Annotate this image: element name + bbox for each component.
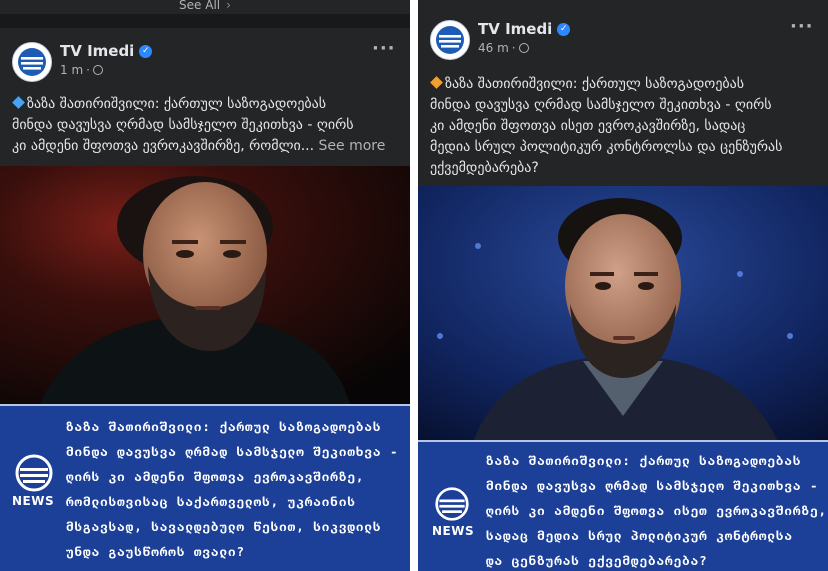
caption-line: კი ამდენი შფოთვა ისეთ ევროკავშირზე, სადა… — [430, 118, 746, 134]
post-meta: 1 m · — [60, 63, 103, 77]
more-options-icon[interactable]: ··· — [790, 18, 814, 36]
headline-line: ზაზა შათირიშვილი: ქართულ საზოგადოებას — [66, 419, 382, 434]
post-photo[interactable] — [0, 166, 410, 404]
meta-dot: · — [511, 41, 516, 55]
imedi-logo-icon — [436, 26, 464, 54]
caption-line: ზაზა შათირიშვილი: ქართულ საზოგადოებას — [27, 96, 327, 112]
portrait-image — [418, 186, 828, 442]
globe-icon — [518, 43, 529, 53]
page-name-link[interactable]: TV Imedi ✓ — [478, 20, 571, 38]
chevron-right-icon: › — [226, 0, 231, 12]
post-time-link[interactable]: 46 m — [478, 41, 509, 55]
meta-dot: · — [86, 63, 90, 77]
page-name-link[interactable]: TV Imedi ✓ — [60, 42, 153, 60]
caption-line: მინდა დავუსვა ღრმად სამსჯელო შეკითხვა - … — [430, 97, 772, 113]
verified-badge-icon: ✓ — [557, 22, 571, 36]
post-caption: ზაზა შათირიშვილი: ქართულ საზოგადოებას მი… — [430, 74, 825, 179]
page-avatar[interactable] — [430, 20, 470, 60]
caption-line: ზაზა შათირიშვილი: ქართულ საზოგადოებას — [445, 76, 745, 92]
imedi-logo-icon — [15, 454, 53, 492]
page-name: TV Imedi — [478, 20, 553, 38]
right-post-card: TV Imedi ✓ 46 m · ··· ზაზა შათირიშვილი: … — [418, 0, 828, 571]
headline-line: მინდა დავუსვა ღრმად სამსჯელო შეკითხვა - — [486, 478, 819, 493]
news-label: NEWS — [432, 524, 475, 538]
headline-line: სადაც მედია სრულ პოლიტიკურ კონტროლსა — [486, 528, 793, 543]
news-headline: ზაზა შათირიშვილი: ქართულ საზოგადოებას მი… — [66, 414, 406, 564]
caption-line: მინდა დავუსვა ღრმად სამსჯელო შეკითხვა - … — [12, 117, 354, 133]
headline-line: ღირს კი ამდენი შფოთვა ისეთ ევროკავშირზე, — [486, 503, 828, 518]
headline-line: უნდა გაუსწოროს თვალი? — [66, 544, 246, 559]
caption-line: კი ამდენი შფოთვა ევროკავშირზე, რომლი... — [12, 138, 315, 154]
page-avatar[interactable] — [12, 42, 52, 82]
news-label: NEWS — [12, 494, 55, 508]
feed-separator — [0, 14, 410, 28]
verified-badge-icon: ✓ — [139, 44, 153, 58]
headline-line: მსგავსად, სავალდებულო წესით, სიკვდილს — [66, 519, 382, 534]
more-options-icon[interactable]: ··· — [372, 40, 396, 58]
portrait-image — [0, 166, 410, 404]
left-post-card: See All › TV Imedi ✓ 1 m · ··· ზაზა შათირ… — [0, 0, 410, 571]
headline-line: ზაზა შათირიშვილი: ქართულ საზოგადოებას — [486, 453, 802, 468]
post-time-link[interactable]: 1 m — [60, 63, 83, 77]
see-all-label: See All — [179, 0, 221, 12]
imedi-logo-icon — [18, 48, 46, 76]
see-more-button[interactable]: See more — [319, 138, 386, 154]
caption-line: მედია სრულ პოლიტიკურ კონტროლსა და ცენზურ… — [430, 139, 783, 155]
headline-line: ღირს კი ამდენი შფოთვა ევროკავშირზე, — [66, 469, 365, 484]
post-caption: ზაზა შათირიშვილი: ქართულ საზოგადოებას მი… — [12, 94, 407, 157]
headline-line: რომლისთვისაც საქართველოს, უკრაინის — [66, 494, 356, 509]
imedi-logo-icon — [435, 487, 469, 521]
page-name: TV Imedi — [60, 42, 135, 60]
news-banner: NEWS ზაზა შათირიშვილი: ქართულ საზოგადოებ… — [418, 440, 828, 571]
caption-line: ექვემდებარება? — [430, 160, 539, 176]
blue-diamond-icon — [12, 96, 25, 109]
headline-line: მინდა დავუსვა ღრმად სამსჯელო შეკითხვა - — [66, 444, 399, 459]
post-photo[interactable] — [418, 186, 828, 442]
orange-diamond-icon — [430, 76, 443, 89]
news-headline: ზაზა შათირიშვილი: ქართულ საზოგადოებას მი… — [486, 448, 826, 571]
see-all-link[interactable]: See All › — [0, 0, 410, 12]
post-meta: 46 m · — [478, 41, 529, 55]
headline-line: და ცენზურას ექვემდებარება? — [486, 553, 708, 568]
globe-icon — [92, 65, 103, 75]
news-banner: NEWS ზაზა შათირიშვილი: ქართულ საზოგადოებ… — [0, 404, 410, 571]
